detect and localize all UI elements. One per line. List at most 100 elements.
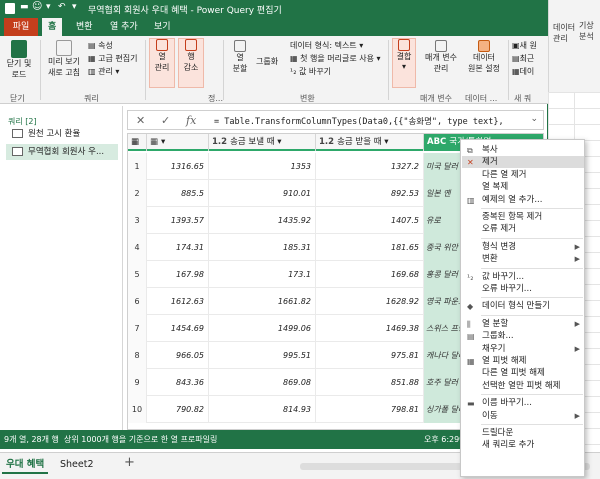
table-cell[interactable]: 975.81 — [316, 342, 424, 369]
row-number[interactable]: 6 — [128, 288, 147, 315]
manage-button[interactable]: ▥ 관리 ▾ — [88, 66, 119, 77]
table-cell[interactable]: 1469.38 — [316, 315, 424, 342]
enter-data-button[interactable]: ▦데이 — [512, 66, 534, 77]
query-item-selected[interactable]: 무역협회 회원사 우... — [6, 144, 118, 160]
save-icon[interactable]: ▬ — [20, 2, 29, 12]
table-cell[interactable]: 1407.5 — [316, 207, 424, 234]
chevron-down-icon[interactable]: ▾ — [46, 2, 51, 12]
replace-values-button[interactable]: ¹₂ 값 바꾸기 — [290, 66, 331, 77]
smiley-icon[interactable]: ☺ — [32, 1, 42, 12]
table-cell[interactable]: 1612.63 — [147, 288, 209, 315]
row-number[interactable]: 1 — [128, 153, 147, 180]
column-header[interactable]: 1.2 송금 받을 때 ▾ — [316, 134, 424, 151]
menu-item[interactable]: 선택한 열만 피벗 해제 — [462, 380, 584, 392]
menu-item[interactable]: ▦ 열 피벗 해제 — [462, 355, 584, 367]
table-cell[interactable]: 185.31 — [209, 234, 316, 261]
new-source-button[interactable]: ▣새 원 — [512, 40, 537, 51]
group-by-button[interactable]: 그룹화 — [256, 56, 278, 67]
table-cell[interactable]: 169.68 — [316, 261, 424, 288]
row-number[interactable]: 4 — [128, 234, 147, 261]
table-cell[interactable]: 1435.92 — [209, 207, 316, 234]
formula-input[interactable]: = Table.TransformColumnTypes(Data0,{{"송화… — [214, 115, 504, 127]
table-cell[interactable]: 1661.82 — [209, 288, 316, 315]
menu-item[interactable]: 오류 바꾸기... — [462, 283, 584, 295]
sheet-tab-benefits[interactable]: 우대 혜택 — [2, 456, 49, 474]
choose-columns-button[interactable]: 열 관리 — [149, 38, 175, 88]
table-cell[interactable]: 1454.69 — [147, 315, 209, 342]
close-load-button[interactable]: 닫기 및 로드 — [4, 40, 34, 80]
menu-item[interactable]: 오류 제거 — [462, 223, 584, 235]
menu-item[interactable]: 새 쿼리로 추가 — [462, 439, 584, 451]
chevron-down-icon[interactable]: ⌄ — [530, 114, 538, 124]
table-cell[interactable]: 790.82 — [147, 396, 209, 423]
table-cell[interactable]: 814.93 — [209, 396, 316, 423]
excel-ribbon-item[interactable]: 데이터 — [553, 22, 575, 33]
table-cell[interactable]: 995.51 — [209, 342, 316, 369]
menu-item[interactable]: ◆ 데이터 형식 만들기 — [462, 300, 584, 312]
table-cell[interactable]: 892.53 — [316, 180, 424, 207]
row-number[interactable]: 2 — [128, 180, 147, 207]
properties-button[interactable]: ▤ 속성 — [88, 40, 113, 51]
tab-transform[interactable]: 변환 — [70, 18, 99, 36]
table-cell[interactable]: 1353 — [209, 153, 316, 180]
table-cell[interactable]: 1499.06 — [209, 315, 316, 342]
combine-button[interactable]: 결합 ▾ — [392, 38, 416, 88]
row-number[interactable]: 8 — [128, 342, 147, 369]
table-cell[interactable]: 174.31 — [147, 234, 209, 261]
column-header[interactable]: 1.2 송금 보낼 때 ▾ — [209, 134, 316, 151]
row-number[interactable]: 9 — [128, 369, 147, 396]
row-number[interactable]: 3 — [128, 207, 147, 234]
advanced-editor-button[interactable]: ▦ 고급 편집기 — [88, 53, 137, 64]
add-sheet-button[interactable]: + — [124, 455, 135, 470]
menu-item[interactable]: ⫼ 열 분할 ▶ — [462, 318, 584, 330]
tab-add-column[interactable]: 열 추가 — [104, 18, 144, 36]
tab-home[interactable]: 홈 — [42, 18, 63, 36]
table-cell[interactable]: 966.05 — [147, 342, 209, 369]
excel-ribbon-item[interactable]: 분석 — [579, 31, 594, 42]
menu-item[interactable]: ⧉ 복사 — [462, 144, 584, 156]
menu-item[interactable]: ▥ 예제의 열 추가... — [462, 194, 584, 206]
tab-file[interactable]: 파일 — [4, 18, 38, 36]
table-cell[interactable]: 173.1 — [209, 261, 316, 288]
cancel-formula-button[interactable]: ✕ — [136, 114, 145, 127]
table-cell[interactable]: 851.88 — [316, 369, 424, 396]
table-cell[interactable]: 1316.65 — [147, 153, 209, 180]
table-cell[interactable]: 181.65 — [316, 234, 424, 261]
table-cell[interactable]: 843.36 — [147, 369, 209, 396]
table-menu-button[interactable]: ▦ — [128, 134, 147, 151]
recent-sources-button[interactable]: ▤최근 — [512, 53, 534, 64]
use-first-row-button[interactable]: ▦ 첫 행을 머리글로 사용 ▾ — [290, 53, 381, 64]
query-item[interactable]: 원천 고시 환율 — [6, 126, 118, 142]
menu-item[interactable]: ¹₂ 값 바꾸기... — [462, 271, 584, 283]
chevron-down-icon[interactable]: ▾ — [72, 2, 77, 12]
menu-item[interactable]: 열 복제 — [462, 181, 584, 193]
menu-item[interactable]: ✕ 제거 — [462, 156, 584, 169]
table-cell[interactable]: 798.81 — [316, 396, 424, 423]
reduce-rows-button[interactable]: 행 감소 — [178, 38, 204, 88]
data-source-settings-button[interactable]: 데이터 원본 설정 — [464, 40, 504, 74]
table-cell[interactable]: 1628.92 — [316, 288, 424, 315]
refresh-preview-button[interactable]: 미리 보기 새로 고침 — [44, 40, 84, 78]
tab-view[interactable]: 보기 — [148, 18, 177, 36]
table-cell[interactable]: 1393.57 — [147, 207, 209, 234]
table-cell[interactable]: 885.5 — [147, 180, 209, 207]
undo-icon[interactable]: ↶ — [58, 2, 66, 12]
row-number[interactable]: 10 — [128, 396, 147, 423]
menu-item[interactable]: 다른 열 피벗 해제 — [462, 367, 584, 379]
menu-item[interactable]: 이동 ▶ — [462, 410, 584, 422]
fx-button[interactable]: fx — [186, 114, 196, 127]
excel-ribbon-item[interactable]: 관리 — [553, 33, 568, 44]
menu-item[interactable]: ▬ 이름 바꾸기... — [462, 397, 584, 409]
row-number[interactable]: 7 — [128, 315, 147, 342]
split-column-button[interactable]: 열 분할 — [227, 40, 253, 74]
menu-item[interactable]: 드릴다운 — [462, 427, 584, 439]
table-cell[interactable]: 1327.2 — [316, 153, 424, 180]
menu-item[interactable]: 형식 변경 ▶ — [462, 241, 584, 253]
table-cell[interactable]: 910.01 — [209, 180, 316, 207]
menu-item[interactable]: 다른 열 제거 — [462, 169, 584, 181]
sheet-tab-sheet2[interactable]: Sheet2 — [56, 456, 98, 474]
row-number[interactable]: 5 — [128, 261, 147, 288]
excel-ribbon-item[interactable]: 기상 — [579, 20, 594, 31]
table-cell[interactable]: 869.08 — [209, 369, 316, 396]
data-type-dropdown[interactable]: 데이터 형식: 텍스트 ▾ — [290, 40, 363, 51]
